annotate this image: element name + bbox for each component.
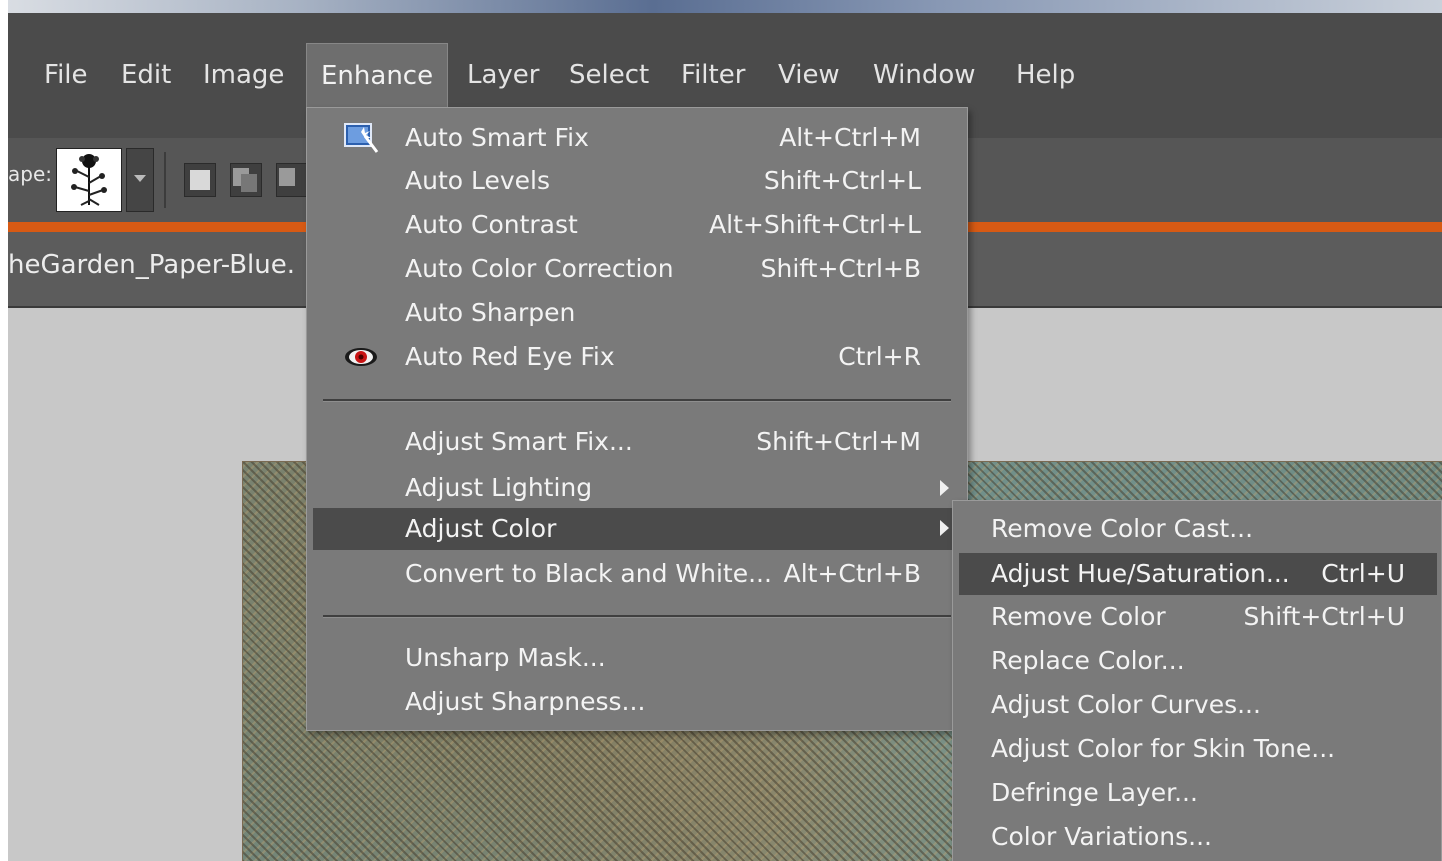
menu-item-label: Auto Smart Fix	[405, 123, 589, 152]
chevron-down-icon	[134, 175, 146, 182]
options-divider	[164, 152, 166, 208]
add-to-shape-icon[interactable]	[230, 163, 262, 197]
menu-item-adjust-lighting[interactable]: Adjust Lighting	[307, 468, 967, 508]
shape-label: ape:	[8, 162, 52, 186]
menu-item-shortcut: Alt+Ctrl+B	[783, 559, 921, 588]
menu-enhance[interactable]: Enhance	[306, 43, 449, 107]
submenu-item-remove-color-cast[interactable]: Remove Color Cast...	[953, 509, 1441, 549]
menu-item-label: Adjust Color for Skin Tone...	[991, 734, 1336, 763]
menu-window[interactable]: Window	[859, 43, 990, 107]
submenu-arrow-icon	[940, 480, 949, 496]
menu-item-convert-to-black-and-white[interactable]: Convert to Black and White... Alt+Ctrl+B	[307, 554, 967, 594]
auto-smart-fix-icon	[343, 122, 379, 154]
menu-item-shortcut: Shift+Ctrl+U	[1243, 602, 1406, 631]
enhance-menu: Auto Smart Fix Alt+Ctrl+M Auto Levels Sh…	[306, 107, 968, 731]
menu-image[interactable]: Image	[189, 43, 298, 107]
adjust-color-submenu: Remove Color Cast... Adjust Hue/Saturati…	[952, 500, 1442, 861]
menu-item-label: Adjust Smart Fix...	[405, 427, 633, 456]
menu-item-label: Adjust Lighting	[405, 473, 593, 502]
menu-item-label: Convert to Black and White...	[405, 559, 772, 588]
menu-item-adjust-smart-fix[interactable]: Adjust Smart Fix... Shift+Ctrl+M	[307, 422, 967, 462]
menu-item-label: Remove Color Cast...	[991, 514, 1254, 543]
menu-item-label: Adjust Sharpness...	[405, 687, 646, 716]
menu-item-unsharp-mask[interactable]: Unsharp Mask...	[307, 638, 967, 678]
menu-item-label: Auto Levels	[405, 166, 551, 195]
menu-item-label: Adjust Color Curves...	[991, 690, 1261, 719]
square-glyph-front	[241, 174, 257, 192]
menu-item-label: Defringe Layer...	[991, 778, 1198, 807]
red-eye-icon	[343, 341, 379, 373]
menu-separator	[323, 615, 951, 618]
menu-item-auto-levels[interactable]: Auto Levels Shift+Ctrl+L	[307, 161, 967, 201]
flower-shape-icon[interactable]	[56, 148, 122, 212]
menu-item-shortcut: Alt+Ctrl+M	[779, 123, 921, 152]
submenu-item-defringe-layer[interactable]: Defringe Layer...	[953, 773, 1441, 813]
submenu-item-replace-color[interactable]: Replace Color...	[953, 641, 1441, 681]
menu-item-auto-sharpen[interactable]: Auto Sharpen	[307, 293, 967, 333]
menu-item-shortcut: Shift+Ctrl+M	[756, 427, 921, 456]
menu-item-shortcut: Alt+Shift+Ctrl+L	[709, 210, 921, 239]
menu-item-adjust-sharpness[interactable]: Adjust Sharpness...	[307, 682, 967, 722]
menu-edit[interactable]: Edit	[107, 43, 185, 107]
menu-item-auto-color-correction[interactable]: Auto Color Correction Shift+Ctrl+B	[307, 249, 967, 289]
menu-help[interactable]: Help	[1002, 43, 1089, 107]
document-tab[interactable]: heGarden_Paper-Blue.	[8, 250, 295, 280]
menu-item-shortcut: Ctrl+R	[838, 342, 921, 371]
menu-item-label: Auto Sharpen	[405, 298, 576, 327]
desktop-strip	[8, 0, 1442, 13]
menu-item-label: Unsharp Mask...	[405, 643, 606, 672]
menu-item-label: Adjust Hue/Saturation...	[991, 559, 1290, 588]
menu-item-label: Auto Red Eye Fix	[405, 342, 615, 371]
menu-item-auto-red-eye-fix[interactable]: Auto Red Eye Fix Ctrl+R	[307, 337, 967, 377]
menu-separator	[323, 399, 951, 402]
shape-picker-dropdown[interactable]	[126, 148, 154, 212]
submenu-item-color-variations[interactable]: Color Variations...	[953, 817, 1441, 857]
new-shape-layer-icon[interactable]	[184, 163, 216, 197]
editor-window: File Edit Image Enhance Layer Select Fil…	[8, 0, 1442, 861]
menu-item-shortcut: Shift+Ctrl+B	[760, 254, 921, 283]
menu-file[interactable]: File	[30, 43, 102, 107]
submenu-arrow-icon	[940, 520, 949, 536]
menu-item-adjust-color[interactable]: Adjust Color	[313, 508, 961, 550]
menu-item-label: Replace Color...	[991, 646, 1185, 675]
submenu-item-adjust-color-for-skin-tone[interactable]: Adjust Color for Skin Tone...	[953, 729, 1441, 769]
subtract-shape-icon[interactable]	[276, 163, 308, 197]
square-glyph	[190, 170, 210, 190]
menu-item-label: Auto Contrast	[405, 210, 578, 239]
menu-view[interactable]: View	[764, 43, 854, 107]
menu-item-label: Remove Color	[991, 602, 1166, 631]
menu-item-auto-contrast[interactable]: Auto Contrast Alt+Shift+Ctrl+L	[307, 205, 967, 245]
menu-item-auto-smart-fix[interactable]: Auto Smart Fix Alt+Ctrl+M	[307, 118, 967, 158]
square-glyph-back	[279, 168, 295, 186]
flower-shape-graphic	[71, 154, 107, 206]
menu-item-label: Color Variations...	[991, 822, 1212, 851]
menu-item-label: Auto Color Correction	[405, 254, 674, 283]
submenu-item-adjust-color-curves[interactable]: Adjust Color Curves...	[953, 685, 1441, 725]
menu-filter[interactable]: Filter	[667, 43, 759, 107]
menu-layer[interactable]: Layer	[453, 43, 554, 107]
submenu-item-adjust-hue-saturation[interactable]: Adjust Hue/Saturation... Ctrl+U	[959, 553, 1437, 595]
menu-item-shortcut: Shift+Ctrl+L	[763, 166, 921, 195]
submenu-item-remove-color[interactable]: Remove Color Shift+Ctrl+U	[953, 597, 1441, 637]
menu-item-shortcut: Ctrl+U	[1321, 559, 1405, 588]
menu-item-label: Adjust Color	[405, 514, 557, 543]
menu-select[interactable]: Select	[555, 43, 663, 107]
